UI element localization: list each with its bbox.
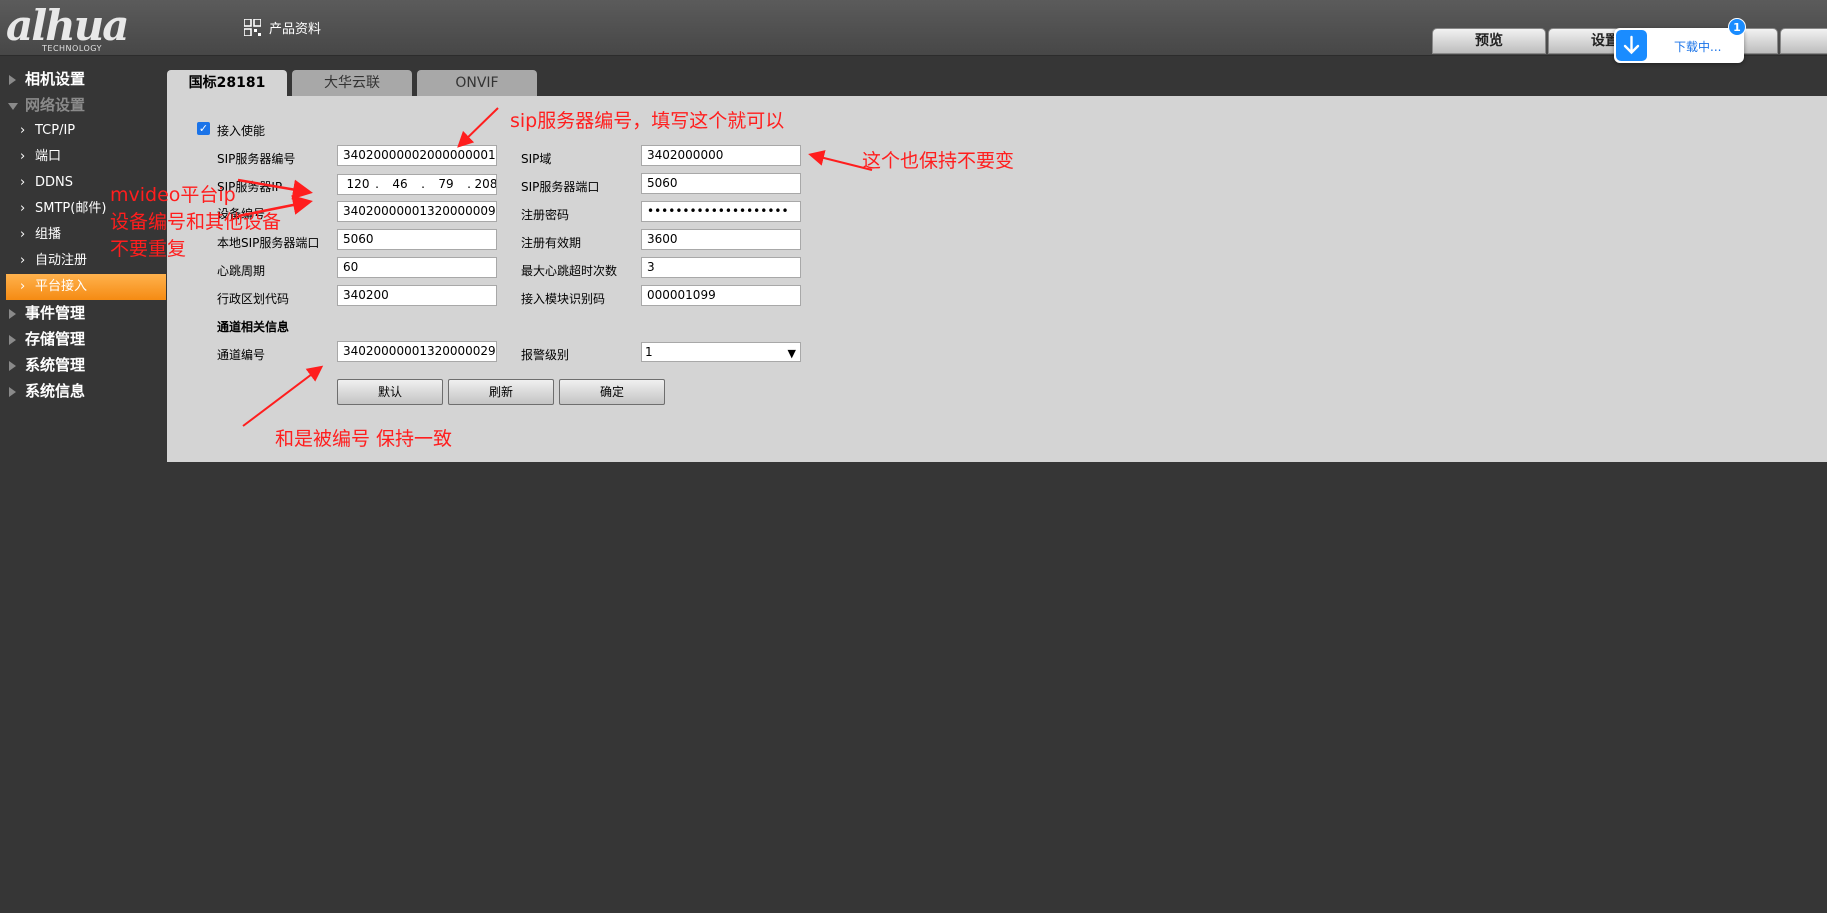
sidebar-item-platform-access[interactable]: › 平台接入 [6,274,166,300]
chevron-down-icon: ▼ [787,347,796,360]
tab-preview[interactable]: 预览 [1432,28,1546,54]
sip-server-ip-input[interactable]: 120. 46. 79. 208 [337,174,497,195]
region-code-label: 行政区划代码 [217,292,290,306]
download-popup[interactable]: 下载中... [1614,28,1744,63]
sidebar-item-label: 系统管理 [25,356,86,374]
sidebar-item-label: 相机设置 [25,70,86,88]
refresh-button[interactable]: 刷新 [448,379,554,405]
sidebar-item-storage[interactable]: 存储管理 [0,326,166,352]
sip-server-id-input[interactable]: 34020000002000000001 [337,145,497,166]
chevron-right-icon: › [20,201,26,216]
product-info-label: 产品资料 [269,22,322,37]
ip-octet-4[interactable]: 208 [473,175,496,194]
chevron-right-icon: › [20,149,26,164]
sidebar-item-label: 端口 [35,149,62,164]
tab-gb28181[interactable]: 国标28181 [167,70,287,97]
alarm-level-label: 报警级别 [521,348,570,362]
dahua-logo: alhua TECHNOLOGY [6,1,146,54]
sidebar-item-system[interactable]: 系统管理 [0,352,166,378]
ok-button[interactable]: 确定 [559,379,665,405]
max-heartbeat-timeout-input[interactable]: 3 [641,257,801,278]
sip-domain-label: SIP域 [521,152,552,166]
module-id-label: 接入模块识别码 [521,292,606,306]
annotation-mvideo-line3: 不要重复 [110,238,187,260]
sidebar-item-system-info[interactable]: 系统信息 [0,378,166,404]
enable-checkbox[interactable]: ✓ [197,122,210,135]
logo-text: alhua [6,1,129,50]
qr-code-icon [244,19,261,36]
local-sip-port-label: 本地SIP服务器端口 [217,236,320,250]
enable-label: 接入使能 [217,124,266,138]
channel-id-label: 通道编号 [217,348,266,362]
heartbeat-period-input[interactable]: 60 [337,257,497,278]
sip-server-port-label: SIP服务器端口 [521,180,600,194]
sip-domain-input[interactable]: 3402000000 [641,145,801,166]
collapsed-arrow-icon [9,387,16,397]
sidebar-item-label: DDNS [35,175,73,190]
annotation-keep-note: 这个也保持不要变 [862,150,1015,172]
annotation-mvideo-line2: 设备编号和其他设备 [110,211,282,233]
local-sip-port-input[interactable]: 5060 [337,229,497,250]
alarm-level-select[interactable]: 1 ▼ [641,342,801,362]
collapsed-arrow-icon [9,75,16,85]
register-password-input[interactable]: •••••••••••••••••••• [641,201,801,222]
chevron-right-icon: › [20,175,26,190]
alarm-level-value: 1 [645,345,653,359]
sip-server-port-input[interactable]: 5060 [641,173,801,194]
default-button[interactable]: 默认 [337,379,443,405]
channel-section-title: 通道相关信息 [217,320,290,334]
sidebar-item-network[interactable]: 网络设置 [0,92,166,118]
sidebar-item-label: TCP/IP [35,123,76,138]
collapsed-arrow-icon [9,361,16,371]
sidebar-item-label: 系统信息 [25,382,86,400]
register-password-label: 注册密码 [521,208,570,222]
sidebar-item-tcpip[interactable]: › TCP/IP [0,118,166,144]
tab-dahua-cloud[interactable]: 大华云联 [292,70,412,97]
channel-id-input[interactable]: 34020000001320000029 [337,341,497,362]
collapsed-arrow-icon [9,335,16,345]
sidebar-item-label: 自动注册 [35,253,88,268]
tab-more[interactable] [1780,28,1827,54]
product-info-link[interactable]: 产品资料 [244,18,321,37]
tab-onvif[interactable]: ONVIF [417,70,537,97]
download-status: 下载中... [1674,40,1722,54]
annotation-sip-server-note: sip服务器编号，填写这个就可以 [510,110,785,132]
register-validity-input[interactable]: 3600 [641,229,801,250]
sidebar-item-label: 组播 [35,227,62,242]
chevron-right-icon: › [20,227,26,242]
collapsed-arrow-icon [9,309,16,319]
ip-octet-1[interactable]: 120 [343,175,373,194]
device-id-input[interactable]: 34020000001320000009 [337,201,497,222]
sidebar-item-label: 事件管理 [25,304,86,322]
sip-server-id-label: SIP服务器编号 [217,152,296,166]
chevron-right-icon: › [20,253,26,268]
heartbeat-period-label: 心跳周期 [217,264,266,278]
sidebar-item-label: SMTP(邮件) [35,201,107,216]
sidebar-item-label: 存储管理 [25,330,86,348]
ip-octet-2[interactable]: 46 [381,175,419,194]
chevron-right-icon: › [20,279,26,294]
sidebar-item-event[interactable]: 事件管理 [0,300,166,326]
sidebar-item-camera[interactable]: 相机设置 [0,66,166,92]
sidebar-item-label: 网络设置 [25,96,86,114]
download-arrow-icon [1616,30,1647,61]
download-count-badge: 1 [1728,18,1746,36]
annotation-channel-note: 和是被编号 保持一致 [275,428,453,450]
logo-subtext: TECHNOLOGY [42,44,102,53]
ip-octet-3[interactable]: 79 [427,175,465,194]
max-heartbeat-timeout-label: 最大心跳超时次数 [521,264,618,278]
module-id-input[interactable]: 000001099 [641,285,801,306]
sidebar-item-port[interactable]: › 端口 [0,144,166,170]
register-validity-label: 注册有效期 [521,236,582,250]
region-code-input[interactable]: 340200 [337,285,497,306]
annotation-mvideo-line1: mvideo平台ip [110,184,236,206]
chevron-right-icon: › [20,123,26,138]
expanded-arrow-icon [8,103,18,110]
sidebar-item-label: 平台接入 [35,279,88,294]
